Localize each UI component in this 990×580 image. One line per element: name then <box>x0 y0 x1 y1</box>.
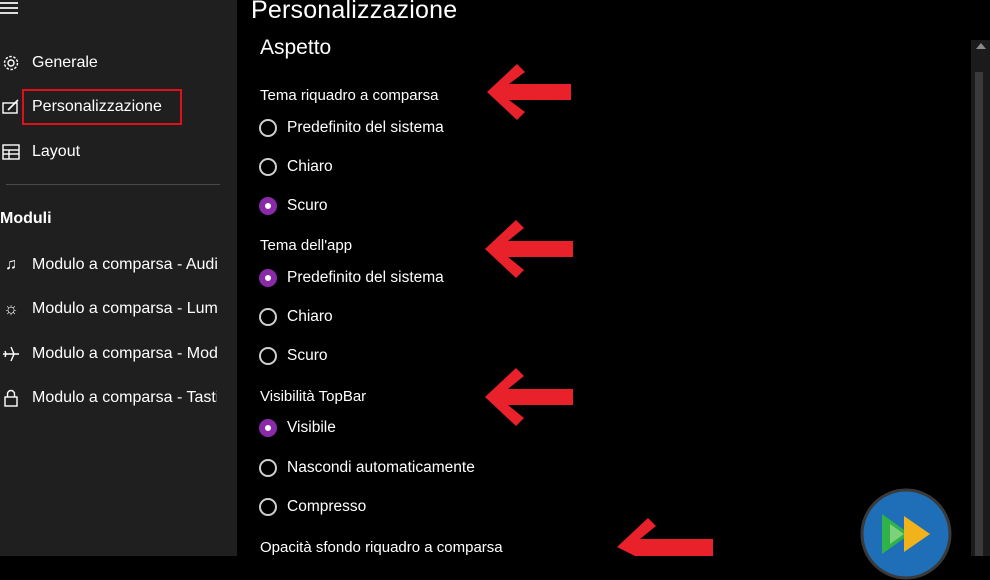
radio-button[interactable] <box>259 459 277 477</box>
radio-button[interactable] <box>259 347 277 365</box>
watermark-logo-icon <box>860 488 952 580</box>
left-arrow-icon <box>617 518 713 556</box>
radio-label: Chiaro <box>287 158 333 175</box>
music-note-icon: ♫ <box>5 256 17 273</box>
sidebar-item-module-brightness[interactable]: ☼ Modulo a comparsa - Luminosità <box>0 292 225 326</box>
scroll-up-arrow-icon[interactable] <box>976 43 986 49</box>
sidebar-item-label: Layout <box>32 143 81 160</box>
radio-topbar-autohide[interactable]: Nascondi automaticamente <box>259 456 475 480</box>
radio-app-theme-dark[interactable]: Scuro <box>259 344 328 368</box>
radio-flyout-theme-dark[interactable]: Scuro <box>259 194 328 218</box>
gear-icon <box>0 52 22 74</box>
radio-label: Compresso <box>287 498 367 515</box>
sidebar-item-label: Modulo a comparsa - Modalità aereo <box>32 345 217 362</box>
radio-button[interactable] <box>259 119 277 137</box>
layout-icon <box>0 141 22 163</box>
radio-button[interactable] <box>259 308 277 326</box>
radio-button[interactable] <box>259 498 277 516</box>
radio-flyout-theme-system[interactable]: Predefinito del sistema <box>259 116 444 140</box>
sidebar-item-generale[interactable]: Generale <box>0 46 225 80</box>
radio-label: Nascondi automaticamente <box>287 459 475 476</box>
left-arrow-icon <box>485 368 573 426</box>
airplane-icon <box>0 343 22 365</box>
sidebar-item-label: Modulo a comparsa - Audio <box>32 256 217 273</box>
radio-flyout-theme-light[interactable]: Chiaro <box>259 155 333 179</box>
sidebar-item-label: Modulo a comparsa - Tasti <box>32 389 217 406</box>
sidebar-item-layout[interactable]: Layout <box>0 135 225 169</box>
radio-app-theme-system[interactable]: Predefinito del sistema <box>259 266 444 290</box>
radio-button[interactable] <box>259 158 277 176</box>
sidebar-item-module-keys[interactable]: Modulo a comparsa - Tasti <box>0 381 225 415</box>
sidebar-item-label: Personalizzazione <box>32 98 162 115</box>
brightness-icon: ☼ <box>3 299 19 318</box>
left-arrow-icon <box>485 220 573 278</box>
sidebar-item-module-audio[interactable]: ♫ Modulo a comparsa - Audio <box>0 248 225 282</box>
sidebar: Generale Personalizzazione Layout Moduli… <box>0 0 237 556</box>
radio-label: Scuro <box>287 197 328 214</box>
radio-label: Scuro <box>287 347 328 364</box>
radio-button[interactable] <box>259 419 277 437</box>
sidebar-item-label: Modulo a comparsa - Luminosità <box>32 300 217 317</box>
modules-section-label: Moduli <box>0 210 52 227</box>
left-arrow-icon <box>487 64 571 120</box>
radio-topbar-visible[interactable]: Visibile <box>259 416 336 440</box>
scrollbar-thumb[interactable] <box>975 72 983 556</box>
radio-label: Predefinito del sistema <box>287 269 444 286</box>
radio-label: Visibile <box>287 419 336 436</box>
app-theme-label: Tema dell'app <box>260 237 353 254</box>
radio-app-theme-light[interactable]: Chiaro <box>259 305 333 329</box>
sidebar-item-module-airplane[interactable]: Modulo a comparsa - Modalità aereo <box>0 337 225 371</box>
personalize-icon <box>0 96 22 118</box>
radio-button[interactable] <box>259 197 277 215</box>
flyout-opacity-label: Opacità sfondo riquadro a comparsa <box>260 539 503 556</box>
section-title: Aspetto <box>260 36 332 59</box>
flyout-theme-label: Tema riquadro a comparsa <box>260 87 439 104</box>
radio-button[interactable] <box>259 269 277 287</box>
lock-icon <box>0 387 22 409</box>
radio-topbar-compressed[interactable]: Compresso <box>259 495 366 519</box>
hamburger-menu-icon[interactable] <box>0 2 20 16</box>
page-title: Personalizzazione <box>251 0 458 24</box>
sidebar-item-personalizzazione[interactable]: Personalizzazione <box>0 90 225 124</box>
sidebar-item-label: Generale <box>32 54 98 71</box>
sidebar-divider <box>6 184 220 185</box>
radio-label: Predefinito del sistema <box>287 119 444 136</box>
radio-label: Chiaro <box>287 308 333 325</box>
topbar-visibility-label: Visibilità TopBar <box>260 388 367 405</box>
